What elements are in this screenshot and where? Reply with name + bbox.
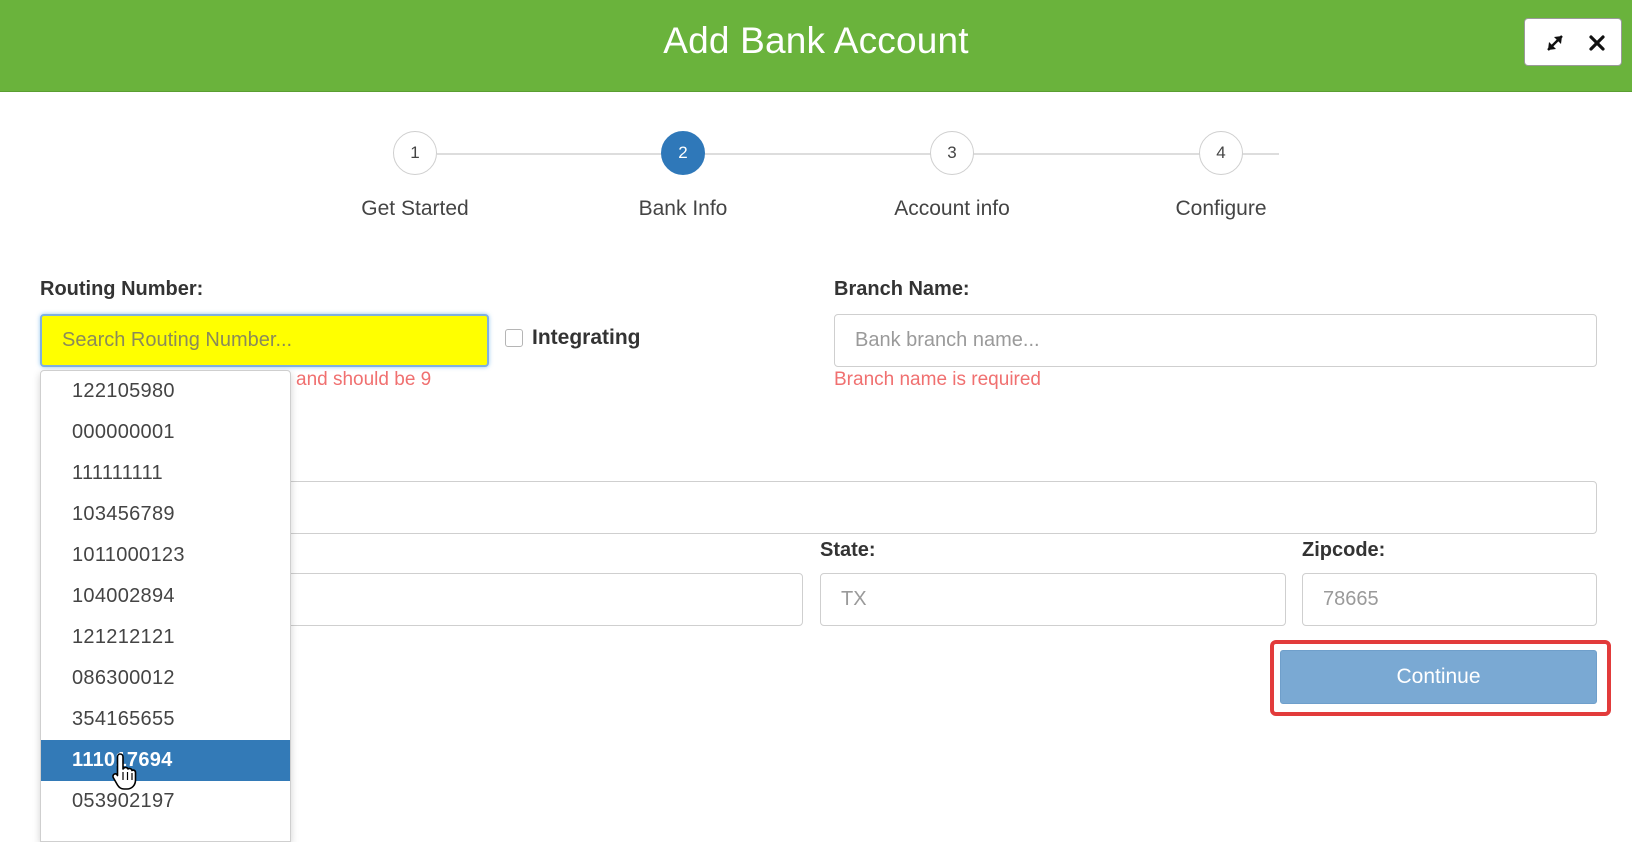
routing-number-dropdown[interactable]: 122105980 000000001 111111111 103456789 1011… (40, 370, 291, 842)
close-icon[interactable] (1583, 29, 1611, 57)
stepper-line (437, 153, 1279, 155)
step-3-circle[interactable]: 3 (930, 131, 974, 175)
expand-icon[interactable] (1541, 29, 1569, 57)
continue-button[interactable]: Continue (1280, 650, 1597, 704)
integrating-label: Integrating (532, 326, 641, 349)
integrating-checkbox[interactable] (505, 329, 523, 347)
routing-number-label: Routing Number: (40, 278, 204, 300)
routing-option[interactable]: 121212121 (41, 617, 290, 658)
step-3-label: Account info (894, 197, 1010, 220)
routing-option[interactable]: 086300012 (41, 658, 290, 699)
dialog-title: Add Bank Account (663, 20, 969, 61)
step-4-circle[interactable]: 4 (1199, 131, 1243, 175)
routing-number-error: and should be 9 (296, 369, 432, 390)
branch-name-label: Branch Name: (834, 278, 970, 300)
step-1-circle[interactable]: 1 (393, 131, 437, 175)
dialog-header: Add Bank Account (0, 0, 1632, 92)
step-2-label: Bank Info (638, 197, 728, 220)
zipcode-input[interactable] (1302, 573, 1597, 626)
step-1-label: Get Started (361, 197, 469, 220)
branch-name-error: Branch name is required (834, 369, 1041, 390)
state-label: State: (820, 539, 876, 561)
routing-option[interactable]: 1011000123 (41, 535, 290, 576)
step-2-circle[interactable]: 2 (661, 131, 705, 175)
state-input[interactable] (820, 573, 1286, 626)
step-4-label: Configure (1175, 197, 1267, 220)
routing-option[interactable]: 103456789 (41, 494, 290, 535)
routing-option[interactable]: 111017694 (41, 740, 290, 781)
zipcode-label: Zipcode: (1302, 539, 1386, 561)
routing-number-input[interactable] (40, 314, 489, 367)
routing-option[interactable]: 122105980 (41, 371, 290, 412)
window-controls (1524, 18, 1622, 66)
routing-option[interactable]: 354165655 (41, 699, 290, 740)
routing-option[interactable]: 053902197 (41, 781, 290, 822)
routing-option[interactable]: 111111111 (41, 453, 290, 494)
branch-name-input[interactable] (834, 314, 1597, 367)
routing-option[interactable]: 000000001 (41, 412, 290, 453)
routing-option[interactable]: 104002894 (41, 576, 290, 617)
